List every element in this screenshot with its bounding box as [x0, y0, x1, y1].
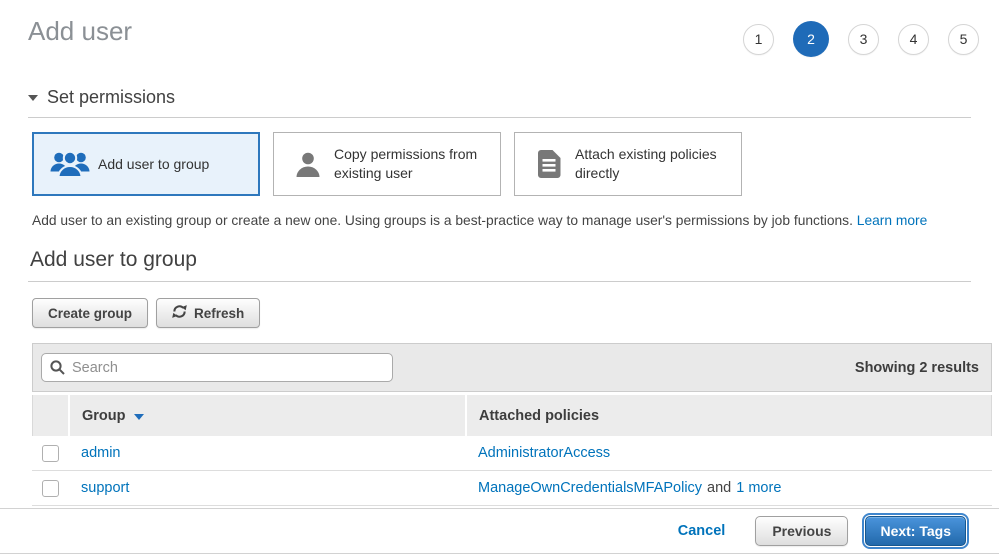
option-label: Copy permissions from existing user — [334, 145, 492, 183]
set-permissions-title: Set permissions — [47, 87, 175, 108]
row-checkbox[interactable] — [42, 480, 59, 497]
group-section-divider — [28, 281, 971, 282]
refresh-label: Refresh — [194, 306, 244, 321]
refresh-icon — [172, 304, 187, 322]
policies-column-label: Attached policies — [479, 408, 599, 424]
group-section-title: Add user to group — [30, 248, 971, 272]
search-input[interactable] — [41, 353, 393, 382]
table-toolbar: Showing 2 results — [32, 343, 992, 392]
step-2-active: 2 — [793, 21, 829, 57]
group-column-header[interactable]: Group — [70, 395, 467, 436]
user-icon — [282, 151, 334, 178]
permission-option-cards: Add user to group Copy permissions from … — [32, 132, 971, 196]
and-text: and — [707, 480, 731, 496]
cancel-link[interactable]: Cancel — [678, 523, 726, 539]
table-row: support ManageOwnCredentialsMFAPolicy and… — [32, 471, 992, 506]
footer-bar: Cancel Previous Next: Tags — [0, 508, 999, 553]
row-checkbox-cell — [32, 480, 69, 497]
option-attach-policies[interactable]: Attach existing policies directly — [514, 132, 742, 196]
results-summary: Showing 2 results — [855, 360, 979, 376]
option-label: Attach existing policies directly — [575, 145, 733, 183]
previous-button[interactable]: Previous — [755, 516, 848, 546]
step-4: 4 — [898, 24, 929, 55]
option-add-user-to-group[interactable]: Add user to group — [32, 132, 260, 196]
refresh-button[interactable]: Refresh — [156, 298, 260, 328]
table-header-row: Group Attached policies — [32, 395, 992, 436]
wizard-footer: Cancel Previous Next: Tags — [0, 508, 999, 557]
group-link[interactable]: admin — [81, 445, 121, 461]
next-tags-button[interactable]: Next: Tags — [865, 516, 966, 546]
policy-link[interactable]: ManageOwnCredentialsMFAPolicy — [478, 480, 702, 496]
option-label: Add user to group — [98, 155, 213, 174]
create-group-button[interactable]: Create group — [32, 298, 148, 328]
section-description: Add user to an existing group or create … — [32, 213, 971, 228]
page-title: Add user — [28, 16, 132, 47]
sort-caret-icon — [134, 414, 144, 420]
header-checkbox-cell — [33, 395, 70, 436]
group-cell: support — [69, 480, 466, 496]
set-permissions-section: Set permissions — [28, 87, 971, 118]
wizard-steps: 1 2 3 4 5 — [743, 21, 979, 57]
step-1: 1 — [743, 24, 774, 55]
row-checkbox-cell — [32, 445, 69, 462]
policies-column-header: Attached policies — [467, 395, 991, 436]
step-3: 3 — [848, 24, 879, 55]
set-permissions-header[interactable]: Set permissions — [28, 87, 971, 108]
policy-link[interactable]: AdministratorAccess — [478, 445, 610, 461]
policy-document-icon — [523, 150, 575, 178]
collapse-caret-icon — [28, 95, 38, 101]
group-actions: Create group Refresh — [32, 298, 999, 328]
policies-cell: ManageOwnCredentialsMFAPolicy and 1 more — [466, 480, 992, 496]
option-copy-permissions[interactable]: Copy permissions from existing user — [273, 132, 501, 196]
step-5: 5 — [948, 24, 979, 55]
section-divider — [28, 117, 971, 118]
group-column-label: Group — [82, 408, 126, 424]
footer-bottom-divider — [0, 553, 999, 557]
search-icon — [50, 360, 65, 380]
groups-table: Showing 2 results Group Attached policie… — [32, 343, 992, 506]
group-cell: admin — [69, 445, 466, 461]
policies-cell: AdministratorAccess — [466, 445, 992, 461]
description-text: Add user to an existing group or create … — [32, 213, 853, 228]
search-box — [41, 353, 393, 382]
add-user-page: Add user 1 2 3 4 5 Set permissions — [0, 0, 999, 557]
table-row: admin AdministratorAccess — [32, 436, 992, 471]
user-group-icon — [42, 150, 98, 178]
create-group-label: Create group — [48, 306, 132, 321]
more-policies-link[interactable]: 1 more — [736, 480, 781, 496]
top-bar: Add user 1 2 3 4 5 — [0, 0, 999, 57]
learn-more-link[interactable]: Learn more — [857, 213, 928, 228]
group-link[interactable]: support — [81, 480, 129, 496]
row-checkbox[interactable] — [42, 445, 59, 462]
